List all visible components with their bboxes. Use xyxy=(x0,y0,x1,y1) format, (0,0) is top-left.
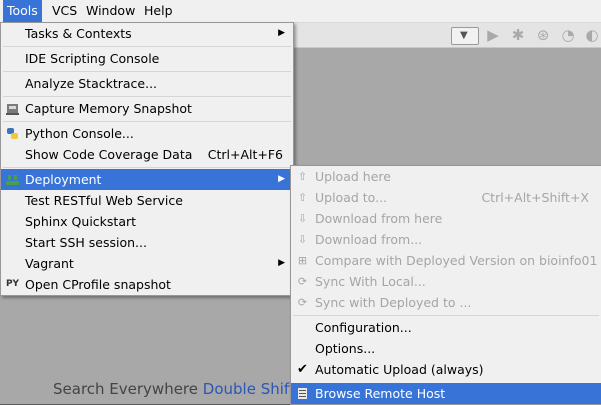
menu-item-capture-memory-snapshot[interactable]: Capture Memory Snapshot xyxy=(1,98,293,119)
menu-item-label: Deployment xyxy=(25,172,102,187)
run-config-dropdown[interactable]: ▼ xyxy=(451,27,479,45)
stop-icon[interactable]: ◐ xyxy=(583,26,601,44)
deployment-icon xyxy=(5,172,20,187)
menu-item-label: Show Code Coverage Data xyxy=(25,147,193,162)
menu-item-label: Python Console... xyxy=(25,126,134,141)
menu-item-label: Options... xyxy=(315,341,376,356)
menu-item-shortcut: Ctrl+Alt+F6 xyxy=(207,147,283,162)
menu-item-show-code-coverage[interactable]: Show Code Coverage Data Ctrl+Alt+F6 xyxy=(1,144,293,165)
menu-item-label: Vagrant xyxy=(25,256,74,271)
memory-snapshot-icon xyxy=(5,101,20,116)
menu-item-label: Compare with Deployed Version on bioinfo… xyxy=(315,253,598,268)
menu-separator xyxy=(3,46,291,47)
menu-item-options[interactable]: Options... xyxy=(291,338,601,359)
menu-item-label: Upload to... xyxy=(315,190,388,205)
menu-item-label: Download from... xyxy=(315,232,423,247)
submenu-arrow-icon: ▶ xyxy=(278,28,285,38)
python-icon xyxy=(5,126,20,141)
menu-item-label: Browse Remote Host xyxy=(315,386,446,401)
coverage-icon[interactable]: ⊛ xyxy=(534,26,552,44)
menu-separator xyxy=(3,167,291,168)
menu-item-label: Test RESTful Web Service xyxy=(25,193,183,208)
menu-item-label: Analyze Stacktrace... xyxy=(25,76,158,91)
menu-item-deployment[interactable]: Deployment ▶ xyxy=(1,169,293,190)
menu-item-start-ssh-session[interactable]: Start SSH session... xyxy=(1,232,293,253)
menu-item-download-from[interactable]: ⇩ Download from... xyxy=(291,229,601,250)
menu-vcs[interactable]: VCS xyxy=(48,0,81,22)
menu-item-test-restful[interactable]: Test RESTful Web Service xyxy=(1,190,293,211)
menu-item-configuration[interactable]: Configuration... xyxy=(291,317,601,338)
menu-separator xyxy=(3,121,291,122)
menu-item-label: Download from here xyxy=(315,211,443,226)
search-hint-shortcut: Double Shift xyxy=(202,380,295,398)
menu-item-label: Configuration... xyxy=(315,320,412,335)
menu-item-label: Capture Memory Snapshot xyxy=(25,101,192,116)
compare-icon: ⊞ xyxy=(297,254,308,267)
debug-icon[interactable]: ✱ xyxy=(509,26,527,44)
menu-item-open-cprofile[interactable]: PY Open CProfile snapshot xyxy=(1,274,293,295)
menu-item-sync-with-deployed[interactable]: ⟳ Sync with Deployed to ... xyxy=(291,292,601,313)
remote-host-icon xyxy=(295,386,310,401)
search-everywhere-hint: Search Everywhere Double Shift xyxy=(53,380,295,398)
chevron-down-icon: ▼ xyxy=(460,30,468,41)
menu-item-download-from-here[interactable]: ⇩ Download from here xyxy=(291,208,601,229)
menu-item-label: IDE Scripting Console xyxy=(25,51,160,66)
menu-item-sync-with-local[interactable]: ⟳ Sync With Local... xyxy=(291,271,601,292)
menu-item-analyze-stacktrace[interactable]: Analyze Stacktrace... xyxy=(1,73,293,94)
upload-icon: ⇧ xyxy=(297,191,308,204)
checkmark-icon: ✔ xyxy=(297,362,308,377)
menu-item-label: Upload here xyxy=(315,169,391,184)
menu-tools[interactable]: Tools xyxy=(3,0,42,22)
menu-separator xyxy=(3,71,291,72)
menu-help[interactable]: Help xyxy=(140,0,177,22)
menu-item-vagrant[interactable]: Vagrant ▶ xyxy=(1,253,293,274)
menu-item-label: Open CProfile snapshot xyxy=(25,277,171,292)
search-hint-text: Search Everywhere xyxy=(53,380,198,398)
menu-item-sphinx-quickstart[interactable]: Sphinx Quickstart xyxy=(1,211,293,232)
cprofile-icon: PY xyxy=(5,279,20,289)
submenu-arrow-icon: ▶ xyxy=(278,174,285,184)
menu-separator xyxy=(3,96,291,97)
download-icon: ⇩ xyxy=(297,233,308,246)
menu-item-label: Sphinx Quickstart xyxy=(25,214,137,229)
menu-item-compare-deployed[interactable]: ⊞ Compare with Deployed Version on bioin… xyxy=(291,250,601,271)
menu-item-upload-to[interactable]: ⇧ Upload to... Ctrl+Alt+Shift+X xyxy=(291,187,601,208)
submenu-arrow-icon: ▶ xyxy=(278,258,285,268)
menu-item-label: Automatic Upload (always) xyxy=(315,362,484,377)
menu-bar: Tools VCS Window Help xyxy=(0,0,601,23)
menu-separator xyxy=(293,315,599,316)
menu-item-browse-remote-host[interactable]: Browse Remote Host xyxy=(291,383,601,404)
deployment-submenu: ⇧ Upload here ⇧ Upload to... Ctrl+Alt+Sh… xyxy=(290,165,601,405)
menu-item-label: Sync with Deployed to ... xyxy=(315,295,472,310)
menu-item-label: Start SSH session... xyxy=(25,235,147,250)
menu-item-upload-here[interactable]: ⇧ Upload here xyxy=(291,166,601,187)
menu-item-ide-scripting-console[interactable]: IDE Scripting Console xyxy=(1,48,293,69)
sync-icon: ⟳ xyxy=(297,296,308,309)
tools-menu: Tasks & Contexts ▶ IDE Scripting Console… xyxy=(0,22,294,296)
menu-item-label: Tasks & Contexts xyxy=(25,26,132,41)
run-icon[interactable]: ▶ xyxy=(484,26,502,44)
menu-item-label: Sync With Local... xyxy=(315,274,426,289)
profile-icon[interactable]: ◔ xyxy=(559,26,577,44)
upload-icon: ⇧ xyxy=(297,170,308,183)
menu-item-shortcut: Ctrl+Alt+Shift+X xyxy=(481,190,589,205)
menu-item-automatic-upload[interactable]: ✔ Automatic Upload (always) xyxy=(291,359,601,380)
download-icon: ⇩ xyxy=(297,212,308,225)
ide-toolbar xyxy=(290,23,601,48)
sync-icon: ⟳ xyxy=(297,275,308,288)
menu-item-tasks-contexts[interactable]: Tasks & Contexts ▶ xyxy=(1,23,293,44)
menu-window[interactable]: Window xyxy=(82,0,139,22)
menu-item-python-console[interactable]: Python Console... xyxy=(1,123,293,144)
